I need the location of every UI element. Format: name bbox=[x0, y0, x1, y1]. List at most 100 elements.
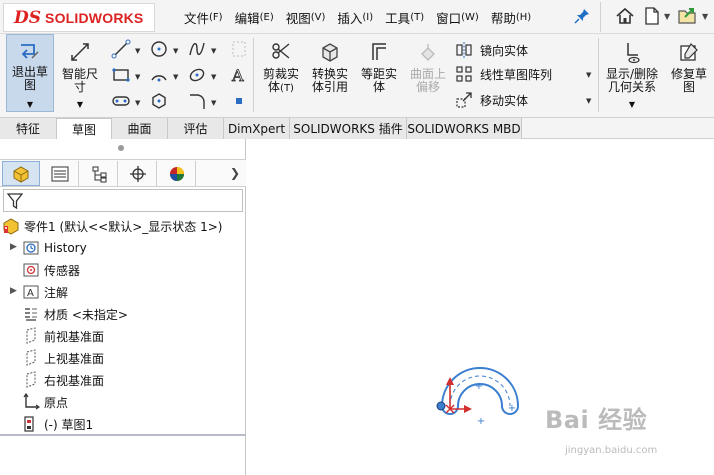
trim-accel: (T) bbox=[280, 83, 294, 94]
divider bbox=[598, 38, 599, 112]
property-manager-tab[interactable] bbox=[41, 161, 79, 186]
tree-item-label: 右视基准面 bbox=[44, 373, 105, 388]
tab-evaluate[interactable]: 评估 bbox=[168, 118, 224, 139]
chevron-right-icon[interactable]: ❯ bbox=[230, 166, 240, 180]
open-icon[interactable] bbox=[677, 5, 699, 27]
tree-item-front-plane[interactable]: 前视基准面 bbox=[4, 325, 244, 347]
solidworks-logo[interactable]: DS SOLIDWORKS bbox=[3, 3, 155, 32]
point-icon[interactable] bbox=[228, 90, 250, 112]
repair-sketch-label: 修复草图 bbox=[670, 67, 707, 94]
menu-insert[interactable]: 插入 (I) bbox=[331, 0, 379, 34]
title-bar: DS SOLIDWORKS 文件 (F) 编辑 (E) 视图 (V) 插入 (I) 工具… bbox=[0, 0, 714, 34]
tree-item-annotations[interactable]: ▶ A 注解 bbox=[4, 281, 244, 303]
sketch-endpoint[interactable] bbox=[436, 401, 446, 411]
tree-item-right-plane[interactable]: 右视基准面 bbox=[4, 369, 244, 391]
menu-window-accel: (W) bbox=[461, 11, 479, 23]
configuration-manager-tab[interactable] bbox=[80, 161, 118, 186]
linear-pattern-label: 线性草图阵列 bbox=[480, 67, 553, 82]
mirror-entities-button[interactable]: 镜向实体 bbox=[454, 40, 528, 60]
menu-view-accel: (V) bbox=[310, 11, 326, 23]
feature-tree-tab[interactable] bbox=[2, 161, 40, 186]
relations-icon bbox=[618, 38, 646, 66]
dimxpert-manager-tab[interactable] bbox=[119, 161, 157, 186]
tab-dimxpert[interactable]: DimXpert bbox=[224, 118, 290, 139]
expand-arrow-icon[interactable]: ▶ bbox=[10, 286, 17, 296]
tree-item-material[interactable]: 材质 <未指定> bbox=[4, 303, 244, 325]
menu-tools[interactable]: 工具 (T) bbox=[379, 0, 430, 34]
chevron-down-icon[interactable]: ▼ bbox=[211, 73, 219, 81]
feature-manager-panel: ❯ 零件1 (默认<<默认>_显示状态 1>) ▶ History 传感器 ▶ bbox=[0, 139, 246, 475]
command-manager: 退出草图 ▼ 智能尺寸 ▼ ▼ ▼ ▼ ▼ ▼ ▼ A ▼ ▼ 剪裁实体(T) … bbox=[0, 34, 714, 118]
display-manager-tab[interactable] bbox=[158, 161, 196, 186]
annotation-icon: A bbox=[22, 283, 40, 301]
chevron-down-icon[interactable]: ▼ bbox=[211, 99, 219, 107]
tab-surfaces[interactable]: 曲面 bbox=[112, 118, 168, 139]
menu-file-label: 文件 bbox=[184, 10, 210, 26]
tree-item-label: 上视基准面 bbox=[44, 351, 105, 366]
spline-icon[interactable] bbox=[186, 38, 208, 60]
ellipse-icon[interactable] bbox=[186, 64, 208, 86]
move-entities-button[interactable]: 移动实体 bbox=[454, 90, 528, 110]
tab-sketch[interactable]: 草图 bbox=[57, 118, 112, 139]
slot-icon[interactable] bbox=[110, 90, 132, 112]
tree-item-top-plane[interactable]: 上视基准面 bbox=[4, 347, 244, 369]
offset-entities-button[interactable]: 等距实体 bbox=[356, 34, 402, 112]
chevron-down-icon[interactable]: ▼ bbox=[135, 73, 143, 81]
menu-view[interactable]: 视图 (V) bbox=[280, 0, 332, 34]
baidu-watermark: Bai 经验 bbox=[545, 406, 648, 434]
arc-icon[interactable] bbox=[148, 64, 170, 86]
exit-sketch-button[interactable]: 退出草图 ▼ bbox=[6, 34, 54, 112]
trim-label: 剪裁实体(T) bbox=[260, 68, 302, 95]
menu-window[interactable]: 窗口 (W) bbox=[430, 0, 485, 34]
new-document-icon[interactable] bbox=[641, 5, 663, 27]
chevron-down-icon[interactable]: ▼ bbox=[173, 47, 181, 55]
tree-item-sensors[interactable]: 传感器 bbox=[4, 259, 244, 281]
sketch-geometry[interactable]: + + + bbox=[436, 367, 519, 427]
tab-solidworks-addins[interactable]: SOLIDWORKS 插件 bbox=[290, 118, 407, 139]
chevron-down-icon[interactable]: ▼ bbox=[586, 71, 594, 79]
linear-pattern-button[interactable]: 线性草图阵列 bbox=[454, 64, 552, 84]
convert-entities-button[interactable]: 转换实体引用 bbox=[306, 34, 354, 112]
menu-file[interactable]: 文件 (F) bbox=[178, 0, 229, 34]
part-tree-icon bbox=[13, 165, 29, 183]
display-delete-relations-button[interactable]: 显示/删除几何关系 ▼ bbox=[602, 34, 662, 112]
fillet-icon[interactable] bbox=[186, 90, 208, 112]
menu-edit[interactable]: 编辑 (E) bbox=[229, 0, 280, 34]
chevron-down-icon[interactable]: ▼ bbox=[211, 47, 219, 55]
move-label: 移动实体 bbox=[480, 93, 529, 108]
panel-grip-icon[interactable] bbox=[118, 145, 124, 151]
circle-icon[interactable] bbox=[148, 38, 170, 60]
chevron-down-icon[interactable]: ▼ bbox=[702, 12, 710, 21]
menu-help[interactable]: 帮助 (H) bbox=[485, 0, 537, 34]
tab-solidworks-mbd[interactable]: SOLIDWORKS MBD bbox=[407, 118, 522, 139]
expand-arrow-icon[interactable]: ▶ bbox=[10, 242, 17, 252]
text-icon[interactable]: A bbox=[228, 64, 250, 86]
tree-item-history[interactable]: ▶ History bbox=[4, 237, 244, 259]
chevron-down-icon[interactable]: ▼ bbox=[664, 12, 672, 21]
divider bbox=[600, 2, 601, 32]
tree-item-origin[interactable]: 原点 bbox=[4, 391, 244, 413]
feature-filter[interactable] bbox=[3, 189, 243, 212]
tree-item-label: 前视基准面 bbox=[44, 329, 105, 344]
tree-root-part[interactable]: 零件1 (默认<<默认>_显示状态 1>) bbox=[2, 215, 222, 237]
chevron-down-icon[interactable]: ▼ bbox=[173, 73, 181, 81]
chevron-down-icon[interactable]: ▼ bbox=[135, 47, 143, 55]
line-icon[interactable] bbox=[110, 38, 132, 60]
offset-icon bbox=[365, 38, 393, 66]
pin-icon[interactable] bbox=[574, 8, 590, 24]
tab-features[interactable]: 特征 bbox=[0, 118, 57, 139]
menu-window-label: 窗口 bbox=[436, 10, 462, 26]
tree-item-sketch1[interactable]: (-) 草图1 bbox=[4, 413, 244, 435]
home-icon[interactable] bbox=[614, 5, 636, 27]
polygon-icon[interactable] bbox=[148, 90, 170, 112]
rectangle-icon[interactable] bbox=[110, 64, 132, 86]
menu-tools-label: 工具 bbox=[385, 10, 411, 26]
part-icon bbox=[2, 217, 20, 235]
chevron-down-icon[interactable]: ▼ bbox=[586, 97, 594, 105]
smart-dimension-button[interactable]: 智能尺寸 ▼ bbox=[56, 34, 104, 112]
exit-sketch-label: 退出草图 bbox=[11, 65, 48, 92]
chevron-down-icon[interactable]: ▼ bbox=[135, 99, 143, 107]
trim-entities-button[interactable]: 剪裁实体(T) bbox=[258, 34, 304, 112]
repair-sketch-button[interactable]: 修复草图 bbox=[666, 34, 712, 112]
tree-root-label: 零件1 (默认<<默认>_显示状态 1>) bbox=[24, 219, 223, 234]
